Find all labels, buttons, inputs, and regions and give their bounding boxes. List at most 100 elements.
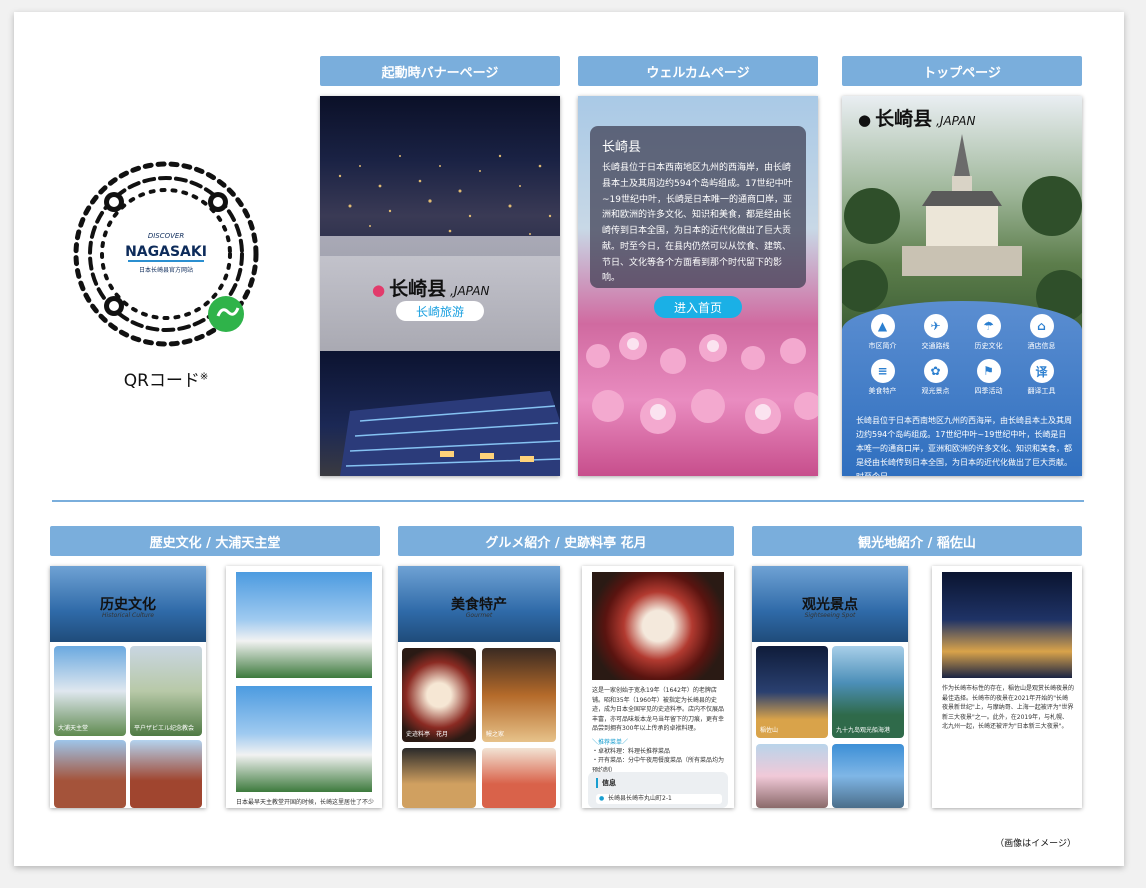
gourmet-detail-body: 这是一家创始于宽永19年（1642年）的老牌店铺。昭和35年（1960年）被指定… [592,687,725,733]
top-menu-item[interactable]: ✿ 观光景点 [909,359,962,396]
gourmet-list-screen: 美食特产 Gourmet 史迹料亭 花月 鳗之家 [398,566,560,808]
oura-church-image-2 [236,686,372,792]
gourmet-tile-1[interactable]: 史迹料亭 花月 [402,648,476,742]
gourmet-address: 长崎县长崎市丸山町2-1 [608,795,672,802]
history-tile-2[interactable]: 平户ザビエル纪念教会 [130,646,202,736]
welcome-panel: 长崎县 长崎县位于日本西南地区九州的西海岸，由长崎县本土及其周边约594个岛屿组… [590,126,806,288]
gourmet-section-subtitle: Gourmet [465,612,493,619]
top-menu-label: 翻译工具 [1027,387,1056,395]
banner-logo: ● 长崎县 ,JAPAN [372,274,490,301]
sightseeing-list-screen: 观光景点 Sightseeing Spot 稲佐山 九十九岛观光船海港 [752,566,908,808]
gourmet-section-title: 美食特产 [451,597,507,613]
top-menu-item[interactable]: ▲ 市区简介 [856,314,909,351]
location-pin-icon: ● [858,111,872,129]
qr-caption-text: QRコード [123,371,200,391]
gourmet-detail-screen: 这是一家创始于宽永19年（1642年）的老牌店铺。昭和35年（1960年）被指定… [582,566,734,808]
hotel-icon: ⌂ [1029,314,1054,338]
header-banner: 起動時バナーページ [320,56,560,86]
history-tile-1-label: 大浦天主堂 [58,725,89,732]
top-menu-item[interactable]: ✈ 交通路线 [909,314,962,351]
top-menu-item[interactable]: ⌂ 酒店信息 [1015,314,1068,351]
history-tile-3[interactable] [54,740,126,808]
translate-icon: 译 [1029,359,1054,383]
flag-icon: ⚑ [976,359,1001,383]
gourmet-info-title: 信息 [596,778,616,788]
welcome-screen: 长崎县 长崎县位于日本西南地区九州的西海岸，由长崎县本土及其周边约594个岛屿组… [578,96,818,476]
top-logo-suffix: ,JAPAN [936,114,976,128]
header-welcome: ウェルカムページ [578,56,818,86]
qr-code-icon[interactable]: DISCOVER NAGASAKI 日本长崎县官方网站 [70,158,262,350]
enter-home-button[interactable]: 进入首页 [654,296,742,318]
plane-icon: ✈ [923,314,948,338]
top-menu-label: 市区简介 [868,342,897,350]
banner-logo-suffix: ,JAPAN [450,284,490,298]
header-history: 歴史文化 / 大浦天主堂 [50,526,380,556]
qr-caption: QRコード※ [70,366,262,391]
top-menu-item[interactable]: ☂ 历史文化 [962,314,1015,351]
ship-lights [340,391,560,476]
history-list-screen: 历史文化 Historical Culture 大浦天主堂 平户ザビエル纪念教会 [50,566,206,808]
gourmet-address-field[interactable]: ● 长崎县长崎市丸山町2-1 [596,794,722,804]
sightseeing-detail-screen: 作为长崎市标性的存在，稲佐山是观赏长崎夜景的最佳选择。长崎市的夜景在2021年开… [932,566,1082,808]
food-icon: ≡ [870,359,895,383]
top-logo: ● 长崎县 ,JAPAN [858,104,976,131]
umbrella-icon: ☂ [976,314,1001,338]
top-menu-item[interactable]: ⚑ 四季活动 [962,359,1015,396]
sightseeing-section-title: 观光景点 [802,597,858,613]
welcome-title: 长崎县 [602,140,642,155]
gourmet-tile-2-label: 鳗之家 [486,731,505,738]
banner-travel-button[interactable]: 长崎旅游 [396,301,484,321]
top-menu-label: 酒店信息 [1027,342,1056,350]
top-body: 长崎县位于日本西南地区九州的西海岸，由长崎县本土及其周边约594个岛屿组成。17… [856,416,1072,476]
section-divider [52,500,1084,502]
top-menu-item[interactable]: ≡ 美食特产 [856,359,909,396]
sightseeing-tile-1[interactable]: 稲佐山 [756,646,828,738]
gourmet-tile-2[interactable]: 鳗之家 [482,648,556,742]
mountain-icon: ▲ [870,314,895,338]
city-lights [338,154,552,235]
banner-logo-text: 长崎县 [389,278,447,300]
qr-badge-main: NAGASAKI [125,244,207,260]
welcome-body: 长崎县位于日本西南地区九州的西海岸，由长崎县本土及其周边约594个岛屿组成。17… [602,163,793,284]
header-gourmet: グルメ紹介 / 史跡料亭 花月 [398,526,734,556]
sightseeing-detail-body: 作为长崎市标性的存在，稲佐山是观赏长崎夜景的最佳选择。长崎市的夜景在2021年开… [942,685,1075,731]
top-menu-label: 历史文化 [974,342,1003,350]
sightseeing-tile-1-label: 稲佐山 [760,727,779,734]
top-menu-label: 四季活动 [974,387,1003,395]
qr-caption-mark: ※ [199,371,209,383]
header-top: トップページ [842,56,1082,86]
top-menu-label: 美食特产 [868,387,897,395]
sightseeing-section-subtitle: Sightseeing Spot [804,612,856,619]
history-section-subtitle: Historical Culture [102,612,154,619]
top-menu-label: 交通路线 [921,342,950,350]
top-menu-label: 观光景点 [921,387,950,395]
history-tile-2-label: 平户ザビエル纪念教会 [134,725,195,732]
top-screen: ● 长崎县 ,JAPAN ▲ 市区简介 ✈ 交通路线 ☂ 历史文化 ⌂ 酒店信息 ≡ 美食特产 ✿ 观… [842,96,1082,476]
kagetsu-dish-image [592,572,724,680]
gourmet-tile-1-label: 史迹料亭 花月 [406,731,449,738]
history-detail-screen: 日本最早天主教堂开国的时候，长崎这里居住了不少外国 [226,566,382,808]
header-sightseeing: 観光地紹介 / 稲佐山 [752,526,1082,556]
gourmet-tile-3[interactable] [402,748,476,808]
history-tile-1[interactable]: 大浦天主堂 [54,646,126,736]
history-section-title: 历史文化 [100,597,156,613]
page-card: DISCOVER NAGASAKI 日本长崎县官方网站 QRコード※ 起動時バナ… [14,12,1124,866]
image-note: （画像はイメージ） [995,839,1076,849]
top-menu-item[interactable]: 译翻译工具 [1015,359,1068,396]
qr-badge-sub: 日本长崎县官方网站 [139,266,193,274]
inasayama-night-view-image [942,572,1072,678]
sightseeing-tile-2-label: 九十九岛观光船海港 [836,727,891,734]
sightseeing-tile-4[interactable] [832,744,904,808]
banner-screen: ● 长崎县 ,JAPAN 长崎旅游 [320,96,560,476]
gourmet-info-box: 信息 ● 长崎县长崎市丸山町2-1 [588,772,728,808]
gourmet-tile-4[interactable] [482,748,556,808]
history-tile-4[interactable] [130,740,202,808]
top-logo-text: 长崎县 [875,108,933,130]
map-pin-icon: ● [599,795,605,802]
sightseeing-tile-3[interactable] [756,744,828,808]
tulips [586,332,818,434]
sightseeing-tile-2[interactable]: 九十九岛观光船海港 [832,646,904,738]
spot-icon: ✿ [923,359,948,383]
location-pin-icon: ● [372,281,386,299]
oura-church-image-1 [236,572,372,678]
